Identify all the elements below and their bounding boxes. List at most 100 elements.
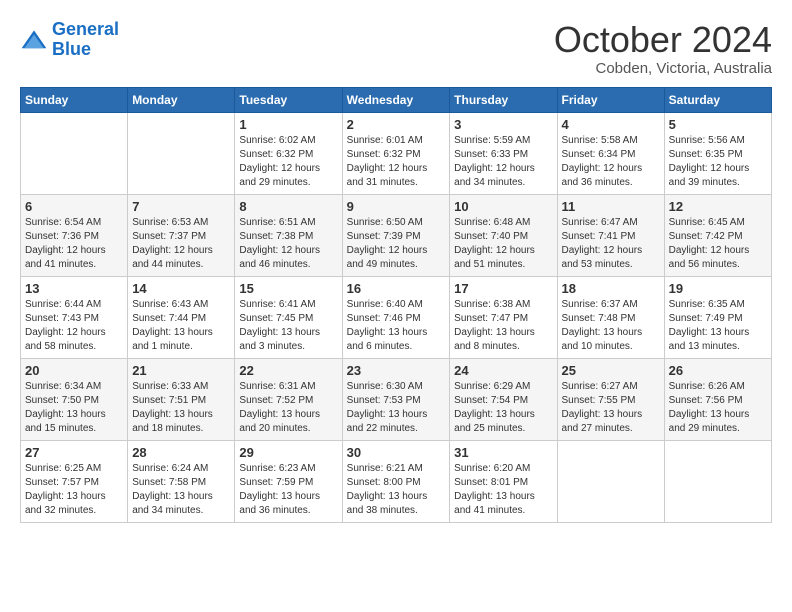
day-info: Sunrise: 6:29 AMSunset: 7:54 PMDaylight:…	[454, 380, 552, 436]
calendar-cell: 2Sunrise: 6:01 AMSunset: 6:32 PMDaylight…	[342, 112, 450, 194]
day-info: Sunrise: 6:50 AMSunset: 7:39 PMDaylight:…	[347, 216, 446, 272]
day-number: 16	[347, 281, 446, 296]
day-info: Sunrise: 6:43 AMSunset: 7:44 PMDaylight:…	[132, 298, 230, 354]
day-info: Sunrise: 5:56 AMSunset: 6:35 PMDaylight:…	[669, 134, 767, 190]
day-info: Sunrise: 6:41 AMSunset: 7:45 PMDaylight:…	[239, 298, 337, 354]
calendar-cell: 12 Sunrise: 6:45 AMSunset: 7:42 PMDayligh…	[664, 194, 771, 276]
month-title: October 2024	[554, 20, 772, 60]
location-subtitle: Cobden, Victoria, Australia	[554, 60, 772, 77]
col-thursday: Thursday	[450, 87, 557, 112]
logo: General Blue	[20, 20, 119, 60]
day-number: 5	[669, 117, 767, 132]
calendar-cell: 11Sunrise: 6:47 AMSunset: 7:41 PMDayligh…	[557, 194, 664, 276]
day-info: Sunrise: 6:30 AMSunset: 7:53 PMDaylight:…	[347, 380, 446, 436]
day-info: Sunrise: 6:35 AMSunset: 7:49 PMDaylight:…	[669, 298, 767, 354]
calendar-week-1: 1Sunrise: 6:02 AMSunset: 6:32 PMDaylight…	[21, 112, 772, 194]
day-number: 20	[25, 363, 123, 378]
day-number: 10	[454, 199, 552, 214]
day-number: 18	[562, 281, 660, 296]
calendar-cell: 29 Sunrise: 6:23 AMSunset: 7:59 PMDayligh…	[235, 440, 342, 522]
day-info: Sunrise: 6:24 AMSunset: 7:58 PMDaylight:…	[132, 462, 230, 518]
day-info: Sunrise: 6:34 AMSunset: 7:50 PMDaylight:…	[25, 380, 123, 436]
day-number: 25	[562, 363, 660, 378]
day-number: 31	[454, 445, 552, 460]
day-number: 14	[132, 281, 230, 296]
day-info: Sunrise: 6:31 AMSunset: 7:52 PMDaylight:…	[239, 380, 337, 436]
title-block: October 2024 Cobden, Victoria, Australia	[554, 20, 772, 77]
day-info: Sunrise: 5:59 AMSunset: 6:33 PMDaylight:…	[454, 134, 552, 190]
day-number: 6	[25, 199, 123, 214]
day-number: 3	[454, 117, 552, 132]
calendar-cell: 14 Sunrise: 6:43 AMSunset: 7:44 PMDayligh…	[128, 276, 235, 358]
calendar-cell: 28 Sunrise: 6:24 AMSunset: 7:58 PMDayligh…	[128, 440, 235, 522]
calendar-cell: 8Sunrise: 6:51 AMSunset: 7:38 PMDaylight…	[235, 194, 342, 276]
day-number: 19	[669, 281, 767, 296]
calendar-cell: 18Sunrise: 6:37 AMSunset: 7:48 PMDayligh…	[557, 276, 664, 358]
calendar-cell: 24 Sunrise: 6:29 AMSunset: 7:54 PMDayligh…	[450, 358, 557, 440]
col-friday: Friday	[557, 87, 664, 112]
day-info: Sunrise: 6:51 AMSunset: 7:38 PMDaylight:…	[239, 216, 337, 272]
day-number: 23	[347, 363, 446, 378]
calendar-week-3: 13Sunrise: 6:44 AMSunset: 7:43 PMDayligh…	[21, 276, 772, 358]
day-number: 27	[25, 445, 123, 460]
calendar-week-4: 20 Sunrise: 6:34 AMSunset: 7:50 PMDayligh…	[21, 358, 772, 440]
day-info: Sunrise: 6:21 AMSunset: 8:00 PMDaylight:…	[347, 462, 446, 518]
header: General Blue October 2024 Cobden, Victor…	[20, 20, 772, 77]
day-info: Sunrise: 6:38 AMSunset: 7:47 PMDaylight:…	[454, 298, 552, 354]
day-number: 11	[562, 199, 660, 214]
day-number: 30	[347, 445, 446, 460]
logo-text: General Blue	[52, 20, 119, 60]
day-number: 12	[669, 199, 767, 214]
calendar-cell: 16 Sunrise: 6:40 AMSunset: 7:46 PMDayligh…	[342, 276, 450, 358]
col-monday: Monday	[128, 87, 235, 112]
calendar-cell: 30 Sunrise: 6:21 AMSunset: 8:00 PMDayligh…	[342, 440, 450, 522]
calendar-cell	[557, 440, 664, 522]
calendar-cell: 31 Sunrise: 6:20 AMSunset: 8:01 PMDayligh…	[450, 440, 557, 522]
day-info: Sunrise: 6:20 AMSunset: 8:01 PMDaylight:…	[454, 462, 552, 518]
calendar-cell: 23 Sunrise: 6:30 AMSunset: 7:53 PMDayligh…	[342, 358, 450, 440]
col-saturday: Saturday	[664, 87, 771, 112]
day-number: 24	[454, 363, 552, 378]
calendar-cell: 26 Sunrise: 6:26 AMSunset: 7:56 PMDayligh…	[664, 358, 771, 440]
day-number: 15	[239, 281, 337, 296]
day-number: 29	[239, 445, 337, 460]
day-info: Sunrise: 6:40 AMSunset: 7:46 PMDaylight:…	[347, 298, 446, 354]
day-number: 28	[132, 445, 230, 460]
day-info: Sunrise: 6:01 AMSunset: 6:32 PMDaylight:…	[347, 134, 446, 190]
day-info: Sunrise: 6:23 AMSunset: 7:59 PMDaylight:…	[239, 462, 337, 518]
calendar-cell	[128, 112, 235, 194]
day-info: Sunrise: 5:58 AMSunset: 6:34 PMDaylight:…	[562, 134, 660, 190]
day-info: Sunrise: 6:48 AMSunset: 7:40 PMDaylight:…	[454, 216, 552, 272]
day-number: 4	[562, 117, 660, 132]
day-number: 9	[347, 199, 446, 214]
calendar-cell: 19 Sunrise: 6:35 AMSunset: 7:49 PMDayligh…	[664, 276, 771, 358]
calendar-week-5: 27Sunrise: 6:25 AMSunset: 7:57 PMDayligh…	[21, 440, 772, 522]
day-info: Sunrise: 6:33 AMSunset: 7:51 PMDaylight:…	[132, 380, 230, 436]
day-number: 22	[239, 363, 337, 378]
day-info: Sunrise: 6:45 AMSunset: 7:42 PMDaylight:…	[669, 216, 767, 272]
calendar-cell: 25 Sunrise: 6:27 AMSunset: 7:55 PMDayligh…	[557, 358, 664, 440]
calendar-cell: 27Sunrise: 6:25 AMSunset: 7:57 PMDayligh…	[21, 440, 128, 522]
calendar-cell: 6 Sunrise: 6:54 AMSunset: 7:36 PMDaylight…	[21, 194, 128, 276]
calendar-cell: 15 Sunrise: 6:41 AMSunset: 7:45 PMDayligh…	[235, 276, 342, 358]
calendar-cell: 5 Sunrise: 5:56 AMSunset: 6:35 PMDaylight…	[664, 112, 771, 194]
calendar-cell	[21, 112, 128, 194]
day-info: Sunrise: 6:53 AMSunset: 7:37 PMDaylight:…	[132, 216, 230, 272]
calendar-cell: 17 Sunrise: 6:38 AMSunset: 7:47 PMDayligh…	[450, 276, 557, 358]
day-info: Sunrise: 6:02 AMSunset: 6:32 PMDaylight:…	[239, 134, 337, 190]
calendar-cell: 21 Sunrise: 6:33 AMSunset: 7:51 PMDayligh…	[128, 358, 235, 440]
calendar-cell: 10 Sunrise: 6:48 AMSunset: 7:40 PMDayligh…	[450, 194, 557, 276]
calendar-cell: 22 Sunrise: 6:31 AMSunset: 7:52 PMDayligh…	[235, 358, 342, 440]
day-info: Sunrise: 6:54 AMSunset: 7:36 PMDaylight:…	[25, 216, 123, 272]
logo-line1: General	[52, 19, 119, 39]
day-info: Sunrise: 6:27 AMSunset: 7:55 PMDaylight:…	[562, 380, 660, 436]
day-number: 21	[132, 363, 230, 378]
calendar-cell: 1Sunrise: 6:02 AMSunset: 6:32 PMDaylight…	[235, 112, 342, 194]
day-info: Sunrise: 6:26 AMSunset: 7:56 PMDaylight:…	[669, 380, 767, 436]
day-number: 17	[454, 281, 552, 296]
calendar-header-row: Sunday Monday Tuesday Wednesday Thursday…	[21, 87, 772, 112]
calendar-cell: 4 Sunrise: 5:58 AMSunset: 6:34 PMDaylight…	[557, 112, 664, 194]
col-tuesday: Tuesday	[235, 87, 342, 112]
calendar-cell: 7Sunrise: 6:53 AMSunset: 7:37 PMDaylight…	[128, 194, 235, 276]
day-number: 26	[669, 363, 767, 378]
